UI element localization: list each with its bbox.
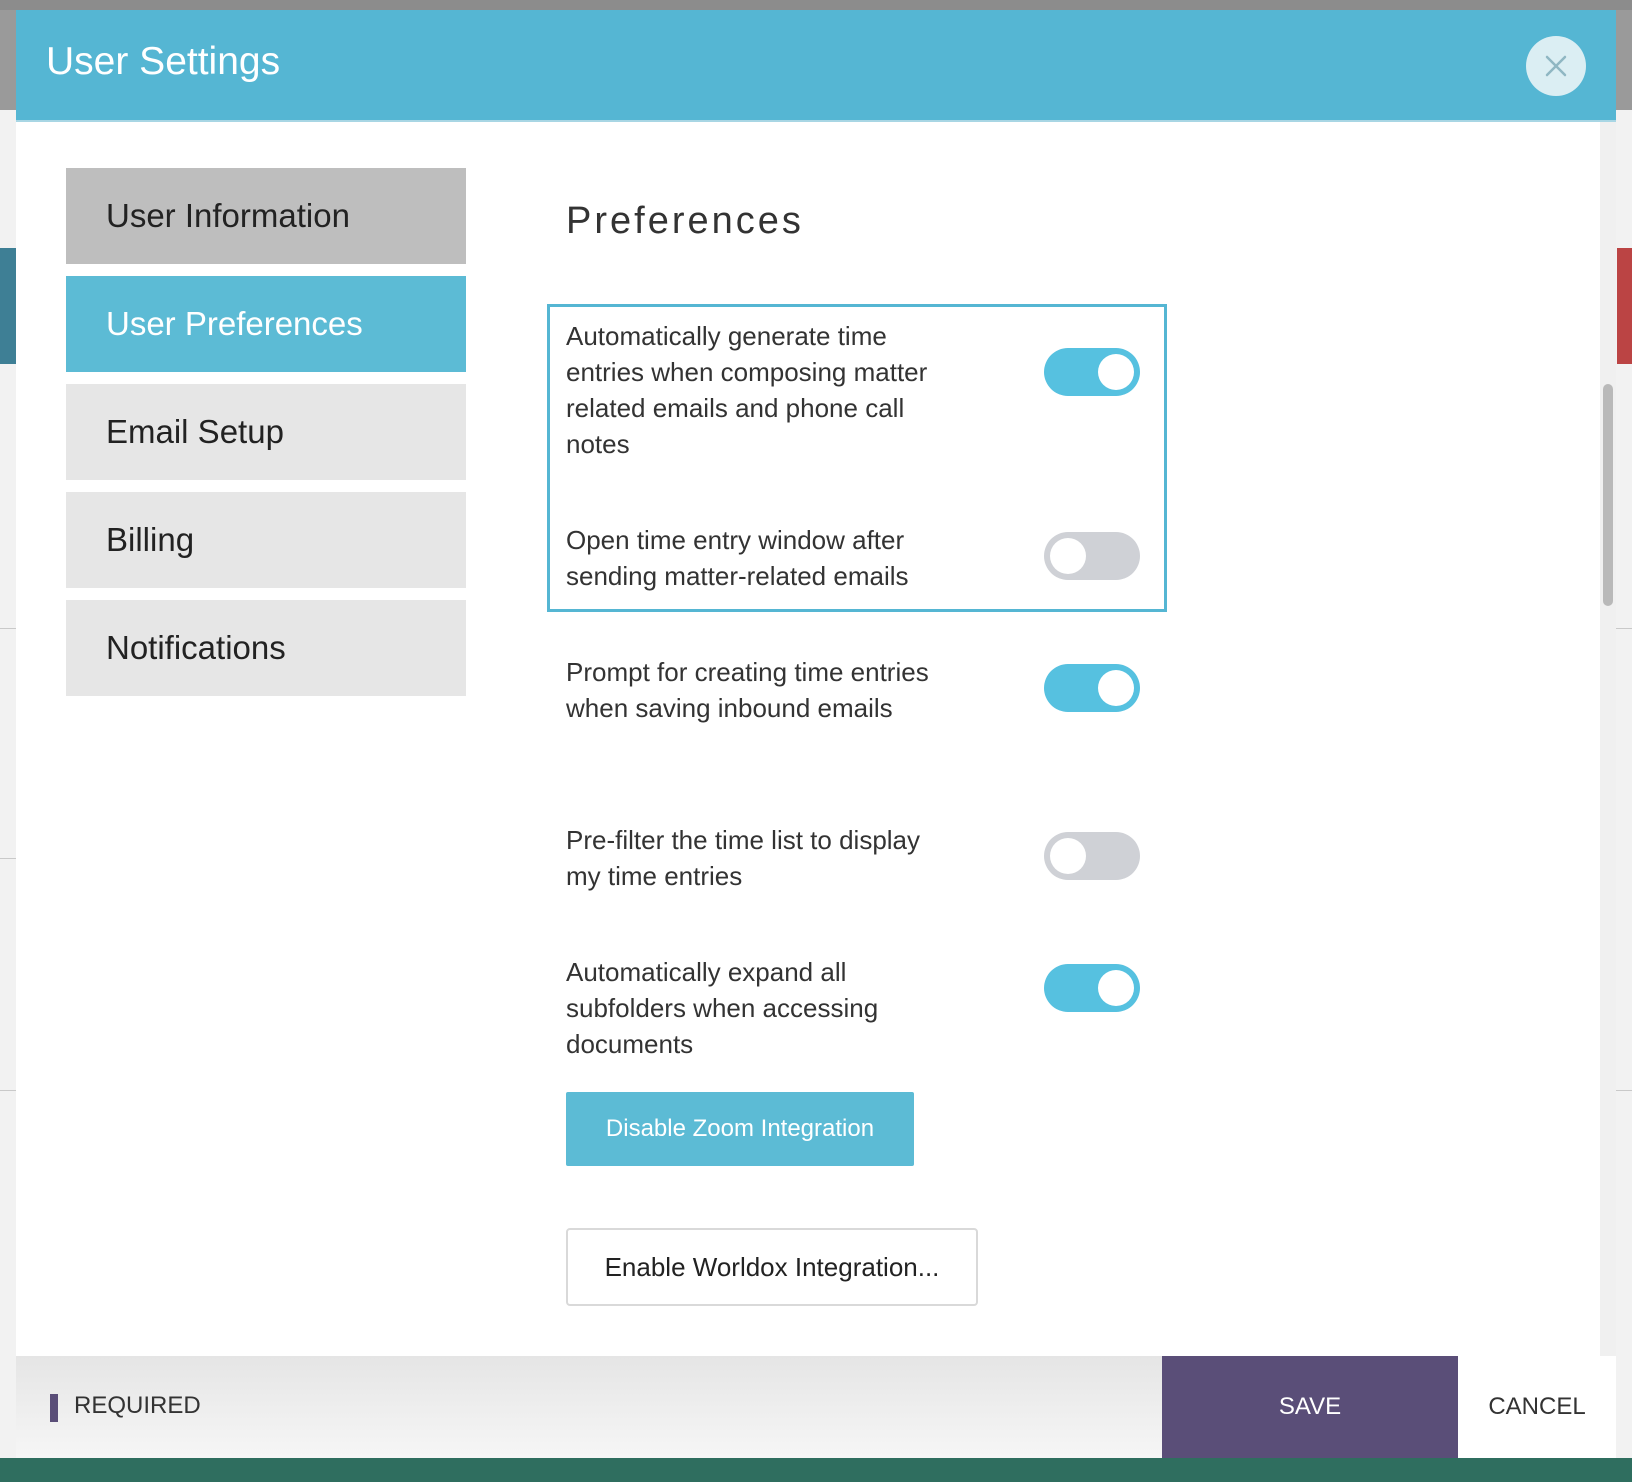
- sidebar-item-user-preferences[interactable]: User Preferences: [66, 276, 466, 372]
- background-divider: [1616, 1090, 1632, 1091]
- save-button[interactable]: SAVE: [1162, 1356, 1458, 1458]
- sidebar-item-label: Notifications: [106, 629, 286, 666]
- modal-footer: REQUIRED SAVE CANCEL: [16, 1356, 1616, 1458]
- expand-subfolders-toggle[interactable]: [1044, 964, 1140, 1012]
- preference-label: Pre-filter the time list to display my t…: [566, 825, 921, 891]
- background-top-bar: [0, 0, 1632, 10]
- auto-generate-time-entries-toggle[interactable]: [1044, 348, 1140, 396]
- sidebar-item-label: User Preferences: [106, 305, 363, 342]
- open-time-entry-window-toggle[interactable]: [1044, 532, 1140, 580]
- cancel-button[interactable]: CANCEL: [1458, 1356, 1616, 1458]
- toggle-knob: [1050, 838, 1086, 874]
- preference-label: Automatically expand all subfolders when…: [566, 957, 879, 1059]
- toggle-knob: [1050, 538, 1086, 574]
- sidebar-item-label: Email Setup: [106, 413, 284, 450]
- sidebar-item-user-information[interactable]: User Information: [66, 168, 466, 264]
- preference-label: Prompt for creating time entries when sa…: [566, 657, 929, 723]
- disable-zoom-integration-button[interactable]: Disable Zoom Integration: [566, 1092, 914, 1166]
- preference-label: Open time entry window after sending mat…: [566, 525, 909, 591]
- user-settings-modal: User Settings User Information User Pref…: [16, 10, 1616, 1458]
- toggle-knob: [1098, 670, 1134, 706]
- background-divider: [0, 628, 16, 629]
- modal-body: User Information User Preferences Email …: [16, 122, 1600, 1366]
- background-divider: [0, 858, 16, 859]
- background-divider: [1616, 628, 1632, 629]
- sidebar-item-label: User Information: [106, 197, 350, 234]
- modal-title: User Settings: [46, 40, 281, 83]
- sidebar-item-billing[interactable]: Billing: [66, 492, 466, 588]
- scrollbar-thumb[interactable]: [1603, 384, 1613, 606]
- close-button[interactable]: [1526, 36, 1586, 96]
- prompt-inbound-emails-toggle[interactable]: [1044, 664, 1140, 712]
- close-icon: [1545, 55, 1567, 77]
- prefilter-time-list-toggle[interactable]: [1044, 832, 1140, 880]
- sidebar-item-label: Billing: [106, 521, 195, 558]
- toggle-knob: [1098, 354, 1134, 390]
- background-left-accent: [0, 248, 16, 364]
- enable-worldox-integration-button[interactable]: Enable Worldox Integration...: [566, 1228, 978, 1306]
- background-divider: [0, 1090, 16, 1091]
- toggle-knob: [1098, 970, 1134, 1006]
- scrollbar-track[interactable]: [1600, 122, 1616, 1366]
- background-right-accent: [1617, 248, 1632, 364]
- section-title: Preferences: [566, 200, 804, 242]
- required-label: REQUIRED: [74, 1392, 201, 1419]
- background-bottom-bar: [0, 1458, 1632, 1482]
- required-indicator: [50, 1394, 58, 1422]
- preference-label: Automatically generate time entries when…: [566, 321, 928, 459]
- sidebar-item-notifications[interactable]: Notifications: [66, 600, 466, 696]
- modal-header: User Settings: [16, 10, 1616, 122]
- sidebar-item-email-setup[interactable]: Email Setup: [66, 384, 466, 480]
